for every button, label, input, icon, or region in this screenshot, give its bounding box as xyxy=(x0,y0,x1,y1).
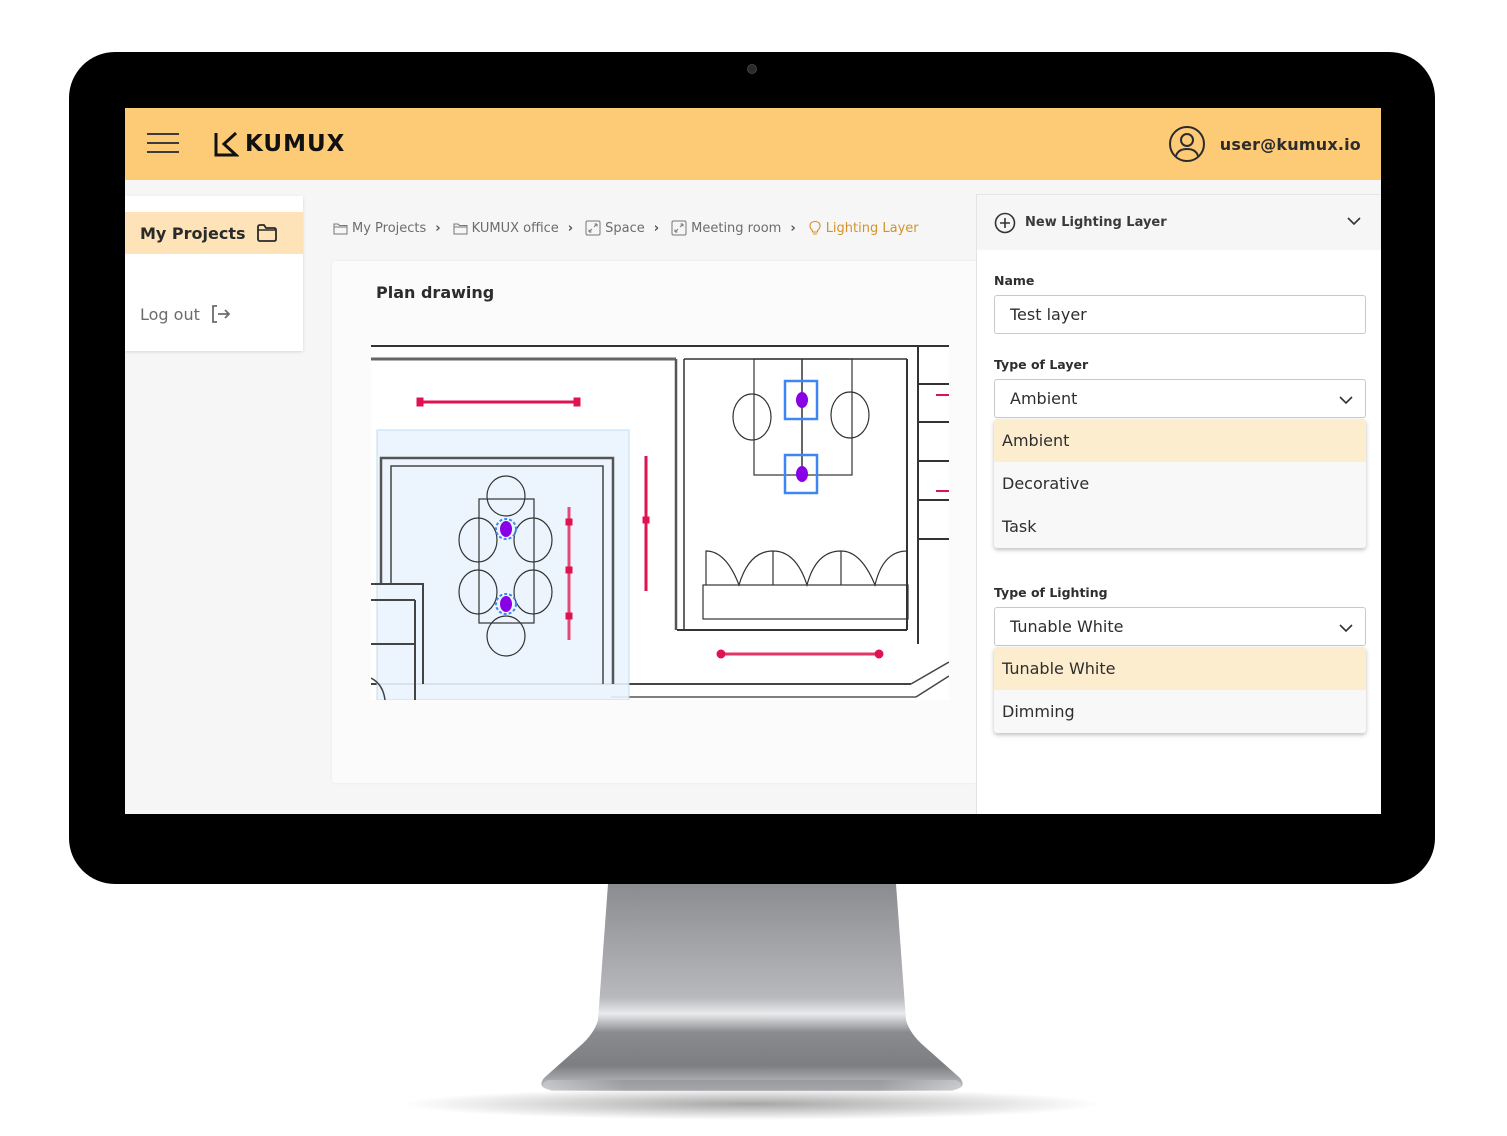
layer-type-options: Ambient Decorative Task xyxy=(994,419,1366,548)
breadcrumb-kumux-office[interactable]: KUMUX office › xyxy=(453,221,586,236)
brand-name: KUMUX xyxy=(245,131,346,157)
luminaire xyxy=(796,392,808,408)
top-bar: KUMUX user@kumux.io xyxy=(125,108,1381,180)
user-circle-icon xyxy=(1168,126,1205,162)
chevron-right-icon: › xyxy=(435,220,441,236)
chevron-right-icon: › xyxy=(790,220,796,236)
folder-icon xyxy=(256,224,277,242)
name-input-value: Test layer xyxy=(1010,305,1087,324)
user-email: user@kumux.io xyxy=(1219,134,1361,154)
chevron-right-icon: › xyxy=(567,220,574,236)
hamburger-menu-button[interactable] xyxy=(147,132,180,156)
new-lighting-layer-header[interactable]: New Lighting Layer xyxy=(977,194,1381,250)
kumux-k-logo-icon xyxy=(214,131,239,157)
hamburger-line xyxy=(147,151,179,153)
folder-icon xyxy=(453,223,468,234)
layer-type-label: Type of Layer xyxy=(994,357,1089,372)
luminaire xyxy=(796,466,808,482)
kumux-logo[interactable]: KUMUX xyxy=(213,130,345,158)
luminaire xyxy=(500,521,512,537)
hamburger-line xyxy=(147,133,179,135)
floor-plan-canvas[interactable] xyxy=(371,344,949,700)
sidebar-item-my-projects[interactable]: My Projects xyxy=(125,212,303,254)
chevron-down-icon xyxy=(1339,624,1353,633)
layer-type-option-ambient[interactable]: Ambient xyxy=(994,419,1366,462)
chevron-down-icon xyxy=(1339,396,1353,405)
lightbulb-icon xyxy=(809,220,821,235)
lighting-type-option-dimming[interactable]: Dimming xyxy=(994,690,1366,733)
lighting-layer-panel: New Lighting Layer Name Test layer Type … xyxy=(976,194,1381,814)
layer-type-option-decorative[interactable]: Decorative xyxy=(994,462,1366,505)
plus-circle-icon xyxy=(994,212,1016,233)
panel-title: New Lighting Layer xyxy=(1025,215,1167,230)
sidebar: My Projects Log out xyxy=(125,196,303,351)
plan-drawing-card: Plan drawing xyxy=(332,261,978,783)
sidebar-item-label: My Projects xyxy=(140,223,246,243)
breadcrumb-label: Lighting Layer xyxy=(825,220,919,236)
breadcrumb-label: Space xyxy=(605,220,645,236)
sidebar-item-label: Log out xyxy=(140,304,200,324)
chevron-right-icon: › xyxy=(653,220,660,236)
breadcrumb-label: KUMUX office xyxy=(471,220,559,236)
breadcrumb-lighting-layer[interactable]: Lighting Layer xyxy=(808,220,919,236)
folder-icon xyxy=(333,223,348,234)
bench xyxy=(702,550,909,620)
breadcrumb-meeting-room[interactable]: Meeting room › xyxy=(671,220,808,236)
lighting-type-label: Type of Lighting xyxy=(994,585,1108,600)
lighting-type-value: Tunable White xyxy=(1010,617,1124,636)
layer-type-option-task[interactable]: Task xyxy=(994,505,1366,548)
lighting-type-options: Tunable White Dimming xyxy=(994,647,1366,733)
lighting-type-option-tunable-white[interactable]: Tunable White xyxy=(994,647,1366,690)
breadcrumb-space[interactable]: Space › xyxy=(585,220,671,236)
name-label: Name xyxy=(994,273,1035,288)
breadcrumb: My Projects › KUMUX office › Space › Mee… xyxy=(333,216,919,240)
chevron-down-icon[interactable] xyxy=(1346,213,1362,229)
breadcrumb-label: Meeting room xyxy=(691,220,782,236)
logout-icon xyxy=(211,305,231,323)
webcam-icon xyxy=(747,64,757,74)
lighting-type-select[interactable]: Tunable White xyxy=(994,607,1366,646)
breadcrumb-label: My Projects xyxy=(352,220,427,236)
breadcrumb-my-projects[interactable]: My Projects › xyxy=(333,221,453,236)
expand-icon xyxy=(585,220,601,236)
meeting-table-right xyxy=(732,358,870,476)
card-title: Plan drawing xyxy=(376,283,495,302)
layer-type-select[interactable]: Ambient xyxy=(994,379,1366,418)
sidebar-item-log-out[interactable]: Log out xyxy=(125,293,303,335)
luminaire xyxy=(500,596,512,612)
expand-icon xyxy=(671,220,687,236)
name-input[interactable]: Test layer xyxy=(994,295,1366,334)
app-screen: KUMUX user@kumux.io My Projects Log out xyxy=(125,108,1381,814)
user-menu[interactable]: user@kumux.io xyxy=(1168,125,1361,163)
layer-type-value: Ambient xyxy=(1010,389,1078,408)
hamburger-line xyxy=(147,142,179,144)
